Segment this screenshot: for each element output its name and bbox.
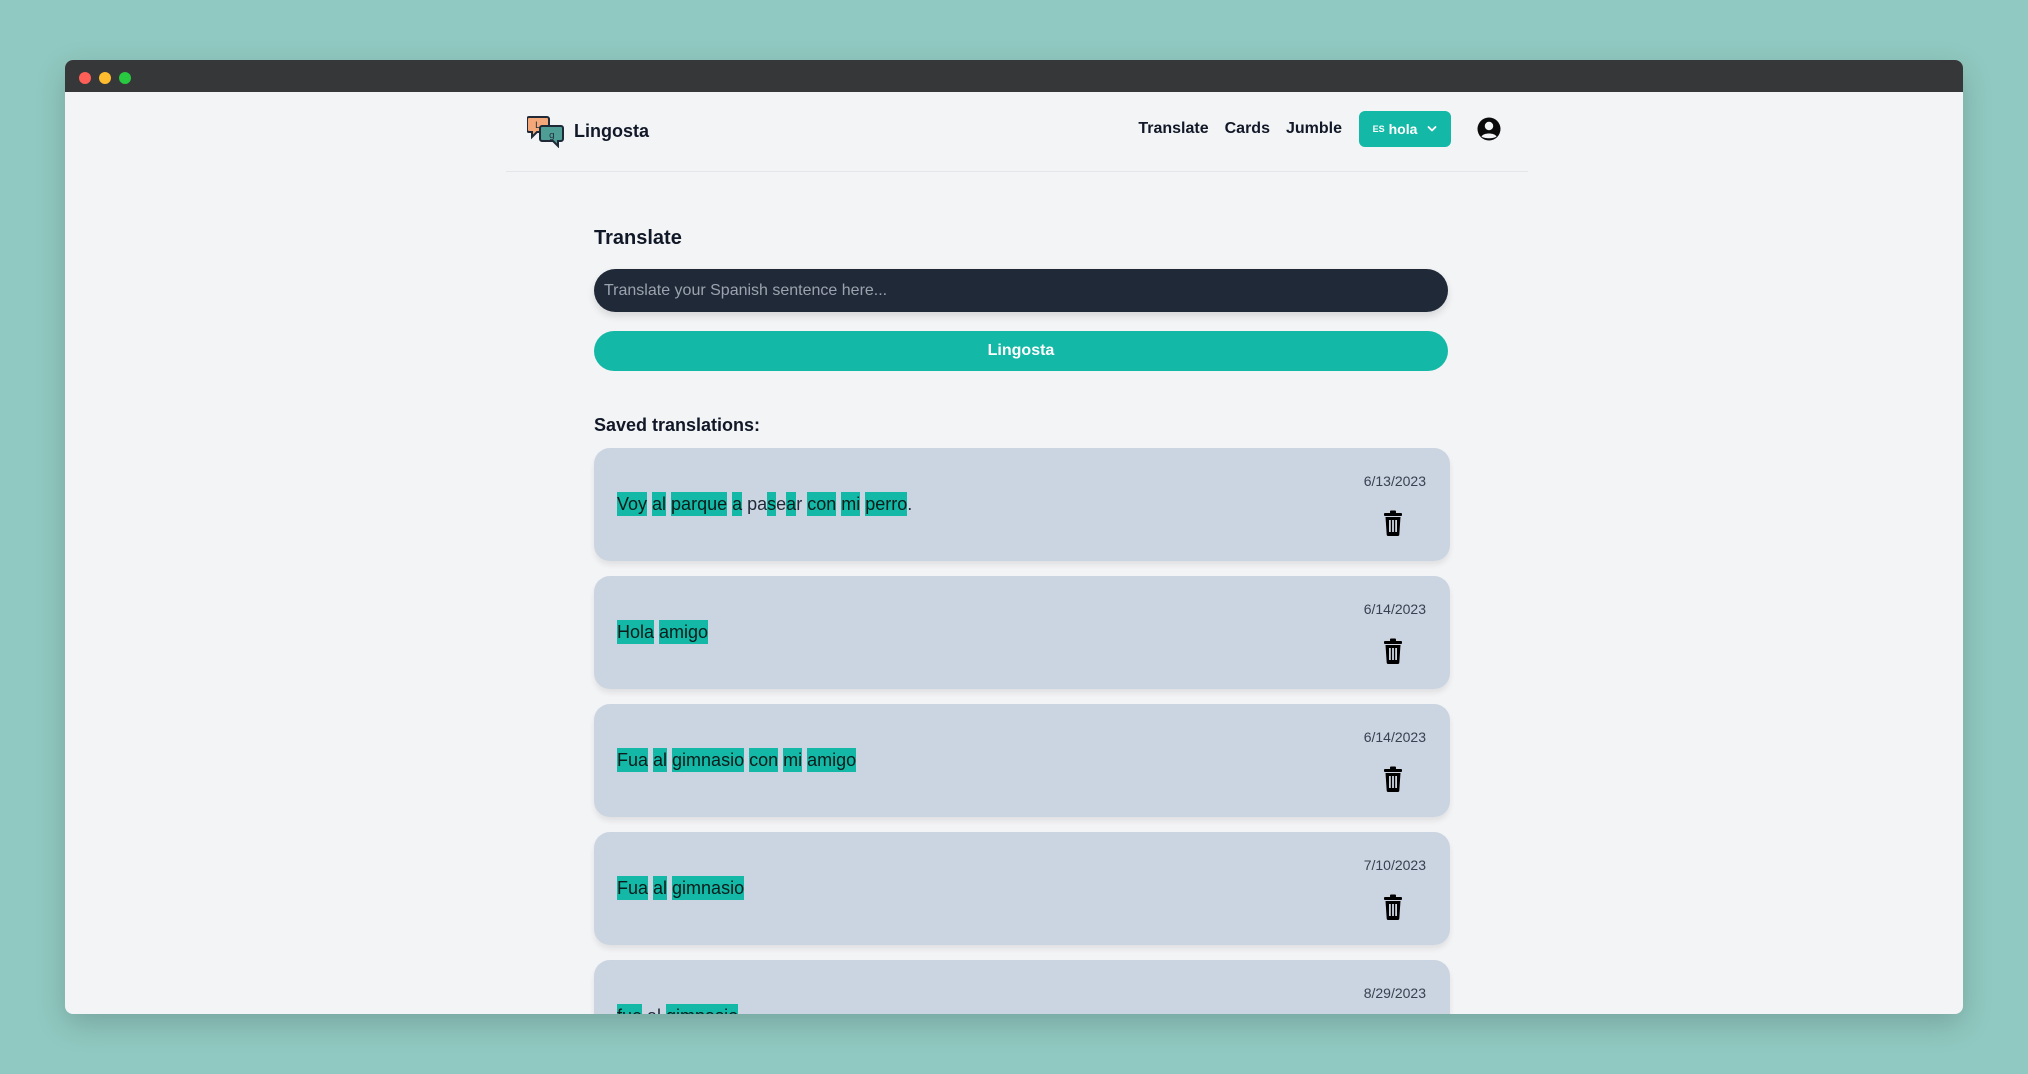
word: e [776, 494, 787, 514]
highlighted-word: a [732, 492, 743, 516]
word: al [647, 1004, 661, 1014]
highlighted-word: amigo [659, 620, 709, 644]
trash-icon[interactable] [1382, 638, 1404, 664]
chevron-down-icon [1427, 126, 1437, 132]
trash-icon[interactable] [1382, 510, 1404, 536]
saved-translations-heading: Saved translations: [594, 415, 761, 435]
saved-sentence: Voy al parque a pasear con mi perro. [617, 492, 912, 516]
highlighted-word: gimnasio [672, 748, 745, 772]
saved-sentence: Fua al gimnasio [617, 876, 745, 900]
highlighted-word: fue [617, 1004, 643, 1014]
highlighted-word: s [767, 492, 777, 516]
highlighted-word: Fua [617, 876, 649, 900]
nav-link-cards[interactable]: Cards [1225, 120, 1270, 138]
highlighted-word: gimnasio [672, 876, 745, 900]
highlighted-word: a [786, 492, 797, 516]
close-window-button[interactable] [79, 72, 91, 84]
saved-translation-card: Hola amigo 6/14/2023 [594, 576, 1450, 689]
saved-translations-list: Voy al parque a pasear con mi perro. 6/13/2023 … [594, 448, 1450, 1014]
highlighted-word: Fua [617, 748, 649, 772]
saved-date: 6/14/2023 [1363, 729, 1426, 745]
highlighted-word: al [653, 876, 668, 900]
trash-icon[interactable] [1382, 894, 1404, 920]
maximize-window-button[interactable] [119, 72, 131, 84]
highlighted-word: amigo [807, 748, 857, 772]
nav-links: Translate Cards Jumble ES hola [1138, 111, 1528, 147]
highlighted-word: mi [783, 748, 803, 772]
highlighted-word: Hola [617, 620, 655, 644]
window-titlebar [65, 60, 1963, 92]
highlighted-word: mi [841, 492, 861, 516]
saved-date: 6/14/2023 [1363, 601, 1426, 617]
saved-translation-card: Fua al gimnasio 7/10/2023 [594, 832, 1450, 945]
saved-sentence: Hola amigo [617, 620, 709, 644]
navbar: L g Lingosta Translate Cards Jumble ES h… [506, 92, 1528, 172]
saved-sentence: Fua al gimnasio con mi amigo [617, 748, 857, 772]
word: r [796, 494, 803, 514]
translate-submit-button[interactable]: Lingosta [594, 331, 1448, 371]
logo[interactable]: L g Lingosta [527, 114, 649, 148]
nav-link-translate[interactable]: Translate [1138, 120, 1208, 138]
highlighted-word: perro [865, 492, 908, 516]
highlighted-word: al [652, 492, 667, 516]
highlighted-word: gimnasio [666, 1004, 739, 1014]
logo-text: Lingosta [574, 120, 649, 141]
page-content: L g Lingosta Translate Cards Jumble ES h… [65, 92, 1963, 1014]
saved-date: 8/29/2023 [1363, 985, 1426, 1001]
page-title: Translate [594, 227, 682, 249]
saved-translation-card: Voy al parque a pasear con mi perro. 6/13/2023 [594, 448, 1450, 561]
saved-date: 7/10/2023 [1363, 857, 1426, 873]
saved-translation-card: Fua al gimnasio con mi amigo 6/14/2023 [594, 704, 1450, 817]
word: pa [747, 494, 768, 514]
language-word: hola [1388, 121, 1418, 137]
minimize-window-button[interactable] [99, 72, 111, 84]
user-account-icon[interactable] [1476, 116, 1502, 142]
highlighted-word: al [653, 748, 668, 772]
nav-link-jumble[interactable]: Jumble [1286, 120, 1342, 138]
language-dropdown-button[interactable]: ES hola [1359, 111, 1451, 147]
language-code: ES [1372, 124, 1385, 134]
highlighted-word: parque [671, 492, 728, 516]
saved-sentence: fueal gimnasio [617, 1004, 739, 1014]
trash-icon[interactable] [1382, 766, 1404, 792]
highlighted-word: con [749, 748, 779, 772]
saved-translation-card: fueal gimnasio 8/29/2023 [594, 960, 1450, 1014]
translate-input[interactable] [594, 269, 1448, 312]
word: . [907, 494, 913, 514]
svg-text:g: g [549, 131, 555, 141]
speech-bubbles-logo-icon: L g [527, 116, 564, 148]
browser-window: L g Lingosta Translate Cards Jumble ES h… [65, 60, 1963, 1014]
highlighted-word: Voy [617, 492, 648, 516]
saved-date: 6/13/2023 [1363, 473, 1426, 489]
highlighted-word: con [807, 492, 837, 516]
